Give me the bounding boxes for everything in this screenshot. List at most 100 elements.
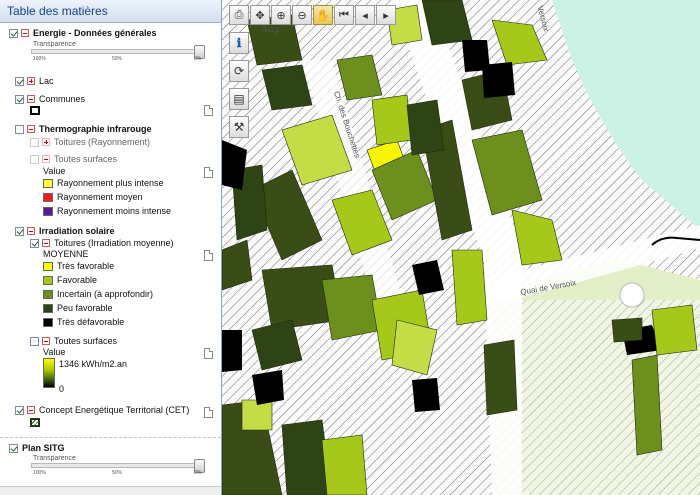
energie-transparence-slider[interactable] (31, 45, 205, 59)
irradiation-legend-label-0: Très favorable (57, 261, 115, 271)
zoom-out-icon[interactable]: ⊖ (292, 5, 312, 25)
communes-swatch (30, 106, 40, 115)
info-icon[interactable]: ℹ (229, 32, 249, 54)
layer-irradiation-toitures: Toitures (Irradiation moyenne) (30, 238, 174, 248)
plan-tick-100: 100% (33, 470, 46, 476)
irradiation-checkbox[interactable] (15, 226, 24, 236)
thermo-toutes-label: Toutes surfaces (54, 154, 118, 164)
pan-hand-icon[interactable]: ✋ (313, 5, 333, 25)
energie-checkbox[interactable] (9, 28, 18, 38)
irradiation-toitures-checkbox[interactable] (30, 238, 39, 248)
cet-collapse-toggle[interactable] (27, 406, 35, 414)
irradiation-max: 1346 kWh/m2.an (59, 359, 127, 369)
communes-metadata-icon[interactable] (204, 105, 213, 116)
irradiation-metadata-icon[interactable] (204, 250, 213, 261)
thermo-value-text: Value (43, 166, 66, 176)
thermo-toutes-checkbox[interactable] (30, 154, 39, 164)
thermo-toitures-label: Toitures (Rayonnement) (54, 137, 151, 147)
thermo-checkbox[interactable] (15, 124, 24, 134)
layer-communes: Communes (15, 94, 85, 104)
plan-transparence-label: Transparence (33, 455, 76, 462)
legend-icon[interactable]: ▤ (229, 88, 249, 110)
irradiation-toutes-checkbox[interactable] (30, 336, 39, 346)
energie-transparence-label: Transparence (33, 41, 76, 48)
energie-label: Energie - Données générales (33, 28, 157, 38)
history-forward-icon[interactable]: ▸ (376, 5, 396, 25)
thermo-toitures-checkbox[interactable] (30, 137, 39, 147)
communes-collapse-toggle[interactable] (27, 95, 35, 103)
thermo-swatch-0 (43, 178, 53, 188)
irradiation-value-text: Value (43, 347, 66, 357)
communes-legend (30, 106, 40, 115)
thermo-value-label: Value (43, 166, 65, 176)
irradiation-ramp (43, 358, 55, 388)
irradiation-legend-1: Favorable (43, 275, 97, 285)
toc-panel: Table des matières Energie - Données gén… (0, 0, 222, 495)
thermo-toitures-toggle[interactable] (42, 138, 50, 146)
history-back-icon[interactable]: ◂ (355, 5, 375, 25)
thermo-toutes-toggle[interactable] (42, 155, 50, 163)
history-first-icon[interactable]: ⏮ (334, 5, 354, 25)
cet-label: Concept Energétique Territorial (CET) (39, 405, 190, 415)
measure-icon[interactable]: ⚒ (229, 116, 249, 138)
thermo-metadata-icon[interactable] (204, 167, 213, 178)
irradiation-label: Irradiation solaire (39, 226, 115, 236)
energie-tick-100: 100% (33, 56, 46, 62)
irradiation-legend-label-1: Favorable (57, 275, 98, 285)
thermo-label: Thermographie infrarouge (39, 124, 152, 134)
irradiation-toitures-toggle[interactable] (42, 239, 50, 247)
cet-metadata-icon[interactable] (204, 407, 213, 418)
toc-tree: Energie - Données générales Transparence… (0, 23, 221, 435)
irradiation-toutes-toggle[interactable] (42, 337, 50, 345)
zoom-in-icon[interactable]: ⊕ (271, 5, 291, 25)
thermo-collapse-toggle[interactable] (27, 125, 35, 133)
cet-swatch (30, 418, 40, 427)
toc-horizontal-scrollbar[interactable] (0, 486, 221, 495)
thermo-legend-label-1: Rayonnement moyen (57, 192, 143, 202)
irradiation-legend-0: Très favorable (43, 261, 114, 271)
move-cross-icon[interactable]: ✥ (250, 5, 270, 25)
street-label-surg: Surg (262, 25, 279, 34)
cet-checkbox[interactable] (15, 405, 24, 415)
irradiation-max-text: 1346 kWh/m2.an (59, 359, 128, 369)
irradiation-moyenne-text: MOYENNE (43, 249, 89, 259)
communes-label: Communes (39, 94, 86, 104)
irradiation-collapse-toggle[interactable] (27, 227, 35, 235)
communes-checkbox[interactable] (15, 94, 24, 104)
energie-collapse-toggle[interactable] (21, 29, 29, 37)
thermo-swatch-2 (43, 206, 53, 216)
thermo-legend-2: Rayonnement moins intense (43, 206, 171, 216)
map-side-toolbar: ℹ ⟳ ▤ ⚒ (229, 32, 249, 138)
layer-thermo-toutes: Toutes surfaces (30, 154, 117, 164)
lac-expand-toggle[interactable] (27, 77, 35, 85)
irradiation-swatch-0 (43, 261, 53, 271)
irradiation-min-text: 0 (59, 384, 65, 394)
layer-plan-sitg: Plan SITG (9, 443, 65, 453)
energie-tick-0: 0% (194, 56, 202, 62)
irradiation-toutes-metadata-icon[interactable] (204, 348, 213, 359)
plan-transparence-slider[interactable] (31, 459, 205, 473)
irradiation-toutes-label: Toutes surfaces (54, 336, 118, 346)
thermo-swatch-1 (43, 192, 53, 202)
print-icon[interactable]: ⎙ (229, 5, 249, 25)
map-toolbar: ⎙ ✥ ⊕ ⊖ ✋ ⏮ ◂ ▸ (229, 5, 396, 25)
plan-tick-50: 50% (112, 470, 123, 476)
irradiation-swatch-4 (43, 317, 53, 327)
map-view[interactable]: Surg Ch. des Bouchettes Quai de Versoix … (222, 0, 700, 495)
irradiation-swatch-2 (43, 289, 53, 299)
toc-separator (0, 437, 221, 438)
layer-lac: Lac (15, 76, 54, 86)
refresh-icon[interactable]: ⟳ (229, 60, 249, 82)
lac-checkbox[interactable] (15, 76, 24, 86)
irradiation-moyenne: MOYENNE (43, 249, 89, 259)
roundabout (619, 282, 645, 308)
irradiation-legend-2: Incertain (à approfondir) (43, 289, 153, 299)
plan-checkbox[interactable] (9, 443, 18, 453)
layer-cet: Concept Energétique Territorial (CET) (15, 405, 189, 415)
irradiation-legend-label-2: Incertain (à approfondir) (57, 289, 154, 299)
map-canvas[interactable] (222, 0, 700, 495)
toc-title: Table des matières (0, 0, 221, 23)
irradiation-min: 0 (59, 384, 64, 394)
plan-tick-0: 0% (194, 470, 202, 476)
layer-irradiation-toutes: Toutes surfaces (30, 336, 117, 346)
